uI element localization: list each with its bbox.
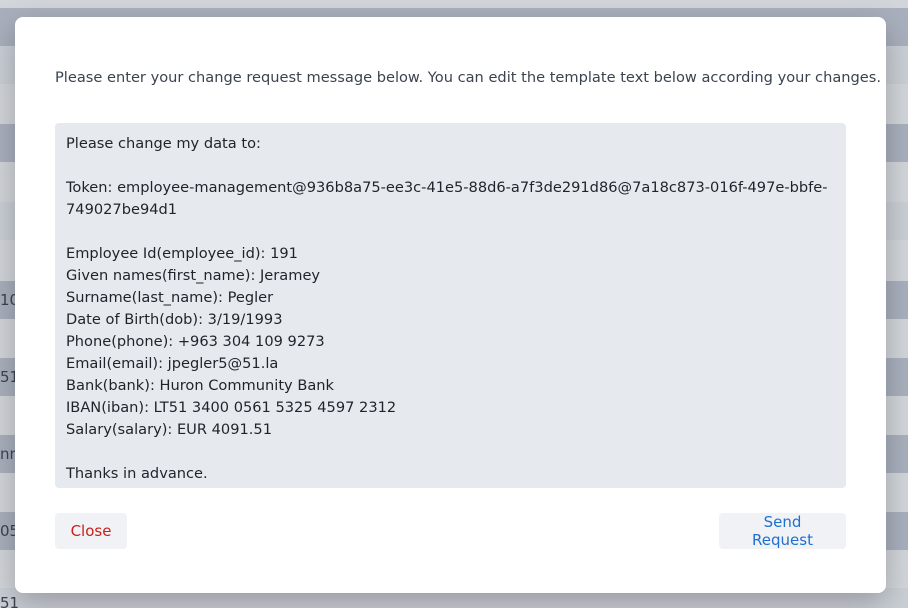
message-field-last-name: Surname(last_name): Pegler bbox=[66, 289, 274, 306]
close-button[interactable]: Close bbox=[55, 513, 127, 549]
change-request-modal: Please enter your change request message… bbox=[15, 17, 886, 593]
message-field-phone: Phone(phone): +963 304 109 9273 bbox=[66, 333, 325, 350]
message-greeting: Please change my data to: bbox=[66, 135, 261, 152]
message-field-employee-id: Employee Id(employee_id): 191 bbox=[66, 245, 298, 262]
message-field-first-name: Given names(first_name): Jeramey bbox=[66, 267, 321, 284]
send-request-button[interactable]: Send Request bbox=[719, 513, 846, 549]
message-field-dob: Date of Birth(dob): 3/19/1993 bbox=[66, 311, 283, 328]
message-field-bank: Bank(bank): Huron Community Bank bbox=[66, 377, 334, 394]
message-field-salary: Salary(salary): EUR 4091.51 bbox=[66, 421, 272, 438]
modal-instructions: Please enter your change request message… bbox=[55, 69, 881, 86]
message-field-email: Email(email): jpegler5@51.la bbox=[66, 355, 279, 372]
change-request-textarea[interactable]: Please change my data to: Token: employe… bbox=[55, 123, 846, 488]
message-field-iban: IBAN(iban): LT51 3400 0561 5325 4597 231… bbox=[66, 399, 397, 416]
message-closing: Thanks in advance. bbox=[66, 465, 208, 482]
message-token: Token: employee-management@936b8a75-ee3c… bbox=[66, 179, 828, 218]
